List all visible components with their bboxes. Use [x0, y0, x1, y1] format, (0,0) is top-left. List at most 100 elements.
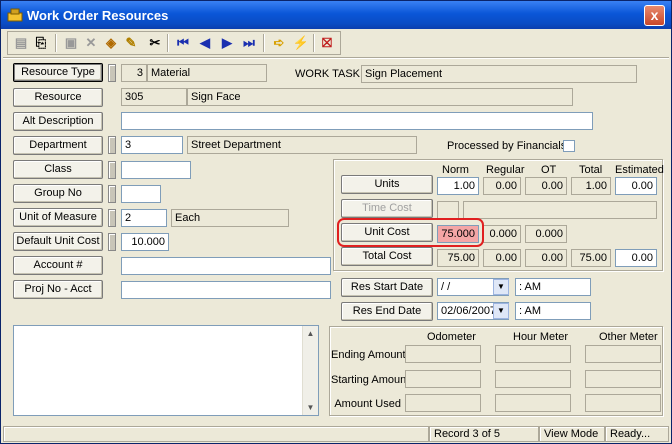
- total-cost-total: 75.00: [571, 249, 611, 267]
- status-blank: [3, 426, 429, 442]
- toolbar-separator: [55, 34, 57, 52]
- unit-of-measure-lookup[interactable]: [108, 209, 116, 227]
- first-record-icon[interactable]: ⏮: [173, 33, 193, 53]
- ending-other-meter: [585, 345, 661, 363]
- starting-hour-meter: [495, 370, 571, 388]
- preview-icon[interactable]: ⎘: [31, 33, 51, 53]
- properties-icon[interactable]: ▤: [11, 33, 31, 53]
- cut-icon[interactable]: ✂: [145, 33, 165, 53]
- proj-no-acct-input[interactable]: [121, 281, 331, 299]
- header-hour-meter: Hour Meter: [513, 331, 569, 343]
- alt-description-button[interactable]: Alt Description: [13, 112, 103, 131]
- close-icon: x: [650, 7, 659, 23]
- scroll-up-icon[interactable]: ▲: [303, 326, 318, 341]
- resource-type-lookup[interactable]: [108, 64, 116, 82]
- scroll-down-icon[interactable]: ▼: [303, 400, 318, 415]
- goto-icon[interactable]: ➪: [269, 33, 289, 53]
- unit-of-measure-value: Each: [171, 209, 289, 227]
- units-ot: 0.00: [525, 177, 567, 195]
- starting-other-meter: [585, 370, 661, 388]
- spellcheck-icon[interactable]: ◈: [101, 33, 121, 53]
- res-start-time-input[interactable]: : AM: [515, 278, 591, 296]
- status-bar: Record 3 of 5 View Mode Ready...: [1, 424, 671, 444]
- ending-amount-label: Ending Amount: [331, 349, 406, 361]
- default-unit-cost-input[interactable]: 10.000: [121, 233, 169, 251]
- unit-cost-ot: 0.000: [525, 225, 567, 243]
- window-title: Work Order Resources: [27, 8, 169, 23]
- lightning-icon[interactable]: ⚡: [291, 33, 311, 53]
- last-record-icon[interactable]: ⏭: [239, 33, 259, 53]
- edit-icon[interactable]: ✎: [121, 33, 141, 53]
- ending-odometer: [405, 345, 481, 363]
- status-record: Record 3 of 5: [429, 426, 539, 442]
- resource-type-code: 3: [121, 64, 147, 82]
- ending-hour-meter: [495, 345, 571, 363]
- close-button[interactable]: x: [644, 5, 665, 26]
- title-bar: Work Order Resources x: [1, 1, 671, 29]
- group-no-input[interactable]: [121, 185, 161, 203]
- class-lookup[interactable]: [108, 161, 116, 179]
- department-button[interactable]: Department: [13, 136, 103, 155]
- header-norm: Norm: [442, 164, 469, 176]
- group-no-lookup[interactable]: [108, 185, 116, 203]
- time-cost-description: [463, 201, 657, 219]
- used-hour-meter: [495, 394, 571, 412]
- default-unit-cost-button[interactable]: Default Unit Cost: [13, 232, 103, 251]
- next-record-icon[interactable]: ▶: [217, 33, 237, 53]
- header-regular: Regular: [486, 164, 525, 176]
- class-button[interactable]: Class: [13, 160, 103, 179]
- header-other-meter: Other Meter: [599, 331, 658, 343]
- account-button[interactable]: Account #: [13, 256, 103, 275]
- units-norm[interactable]: 1.00: [437, 177, 479, 195]
- toolbar-separator: [313, 34, 315, 52]
- chevron-down-icon[interactable]: ▼: [493, 303, 509, 319]
- resource-type-button[interactable]: Resource Type: [13, 63, 103, 82]
- default-unit-cost-lookup[interactable]: [108, 233, 116, 251]
- toolbar: ▤ ⎘ ▣ ✕ ◈ ✎ ✂ ⏮ ◀ ▶ ⏭ ➪ ⚡ ⛝: [9, 31, 669, 55]
- res-start-date-button[interactable]: Res Start Date: [341, 278, 433, 297]
- res-end-time-input[interactable]: : AM: [515, 302, 591, 320]
- time-cost-button[interactable]: Time Cost: [341, 199, 433, 218]
- res-end-date-button[interactable]: Res End Date: [341, 302, 433, 321]
- account-input[interactable]: [121, 257, 331, 275]
- exit-icon[interactable]: ⛝: [317, 33, 337, 53]
- total-cost-ot: 0.00: [525, 249, 567, 267]
- header-total: Total: [579, 164, 603, 176]
- proj-no-acct-button[interactable]: Proj No - Acct: [13, 280, 103, 299]
- unit-of-measure-code[interactable]: 2: [121, 209, 167, 227]
- class-input[interactable]: [121, 161, 191, 179]
- total-cost-norm: 75.00: [437, 249, 479, 267]
- total-cost-regular: 0.00: [483, 249, 521, 267]
- units-button[interactable]: Units: [341, 175, 433, 194]
- processed-by-financials-checkbox[interactable]: [563, 140, 575, 152]
- app-icon: [7, 8, 23, 22]
- status-mode: View Mode: [539, 426, 605, 442]
- alt-description-input[interactable]: [121, 112, 593, 130]
- work-order-resources-window: Work Order Resources x ▤ ⎘ ▣ ✕ ◈ ✎ ✂ ⏮ ◀…: [0, 0, 672, 444]
- work-task-label: WORK TASK: [295, 68, 360, 80]
- header-estimated: Estimated: [615, 164, 664, 176]
- toolbar-divider: [3, 57, 669, 59]
- units-regular: 0.00: [483, 177, 521, 195]
- toolbar-separator: [263, 34, 265, 52]
- units-estimated[interactable]: 0.00: [615, 177, 657, 195]
- notes-textarea[interactable]: ▲ ▼: [13, 325, 319, 416]
- chevron-down-icon[interactable]: ▼: [493, 279, 509, 295]
- delete-icon[interactable]: ✕: [81, 33, 101, 53]
- previous-record-icon[interactable]: ◀: [195, 33, 215, 53]
- department-code[interactable]: 3: [121, 136, 183, 154]
- department-lookup[interactable]: [108, 136, 116, 154]
- resource-button[interactable]: Resource: [13, 88, 103, 107]
- group-no-button[interactable]: Group No: [13, 184, 103, 203]
- total-cost-estimated[interactable]: 0.00: [615, 249, 657, 267]
- total-cost-button[interactable]: Total Cost: [341, 247, 433, 266]
- notes-scrollbar[interactable]: ▲ ▼: [302, 326, 318, 415]
- work-task-value: Sign Placement: [361, 65, 637, 83]
- used-other-meter: [585, 394, 661, 412]
- header-odometer: Odometer: [427, 331, 476, 343]
- units-total: 1.00: [571, 177, 611, 195]
- unit-of-measure-button[interactable]: Unit of Measure: [13, 208, 103, 227]
- toolbar-separator: [167, 34, 169, 52]
- processed-by-financials-label: Processed by Financials: [447, 140, 567, 152]
- save-icon[interactable]: ▣: [61, 33, 81, 53]
